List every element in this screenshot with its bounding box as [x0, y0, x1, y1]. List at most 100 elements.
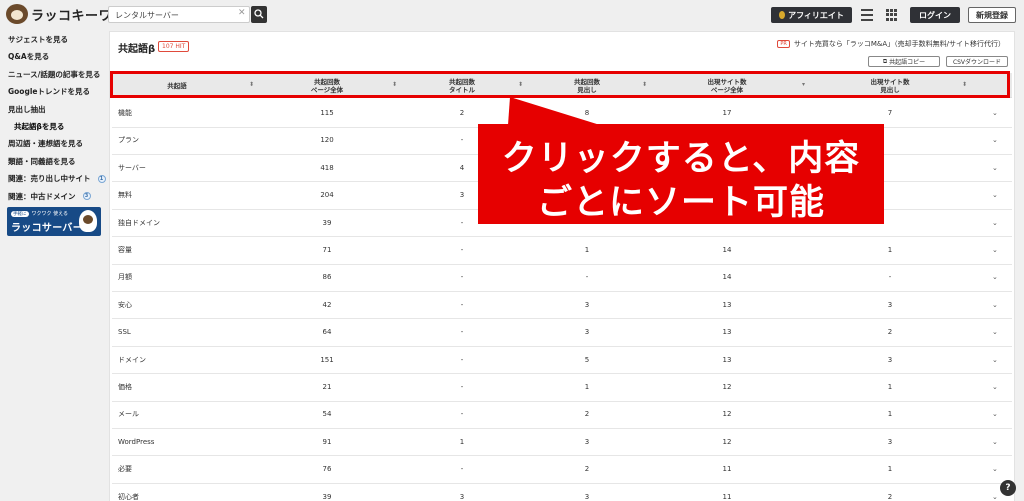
table-cell: 1 [887, 465, 893, 474]
help-button[interactable]: ? [1000, 480, 1016, 496]
expand-chevron-icon[interactable]: ⌄ [992, 237, 998, 264]
table-cell: 115 [320, 109, 334, 117]
affiliate-button[interactable]: アフィリエイト [771, 7, 852, 23]
cooccurrence-word: ドメイン [118, 355, 146, 364]
table-cell: - [460, 273, 464, 282]
pr-tag: PR [777, 40, 790, 48]
table-cell: 2 [584, 465, 590, 474]
expand-chevron-icon[interactable]: ⌄ [992, 374, 998, 401]
table-cell: 204 [320, 191, 334, 200]
expand-chevron-icon[interactable]: ⌄ [992, 347, 998, 374]
table-cell: - [460, 410, 464, 419]
sidebar: サジェストを見る Q&Aを見る ニュース/話題の記事を見る Googleトレンド… [0, 31, 108, 205]
apps-grid-icon[interactable] [886, 9, 898, 21]
medal-icon [779, 11, 786, 19]
cooccurrence-word: 価格 [118, 383, 132, 391]
expand-chevron-icon[interactable]: ⌄ [992, 100, 998, 127]
table-cell: 42 [322, 300, 332, 309]
expand-chevron-icon[interactable]: ⌄ [992, 484, 998, 501]
expand-chevron-icon[interactable]: ⌄ [992, 155, 998, 182]
expand-chevron-icon[interactable]: ⌄ [992, 401, 998, 428]
expand-chevron-icon[interactable]: ⌄ [992, 127, 998, 154]
cooccurrence-word: 初心者 [118, 492, 139, 501]
sidebar-item-headings[interactable]: 見出し抽出 [0, 101, 108, 118]
expand-chevron-icon[interactable]: ⌄ [992, 182, 998, 209]
table-cell: 39 [322, 218, 332, 227]
expand-chevron-icon[interactable]: ⌄ [992, 210, 998, 237]
table-cell: - [585, 273, 589, 282]
sidebar-item-sites-for-sale[interactable]: 関連：売り出し中サイト 1 [0, 170, 108, 187]
table-row[interactable]: 価格 21 - 1 12 1 ⌄ [112, 374, 1012, 402]
register-button[interactable]: 新規登録 [968, 7, 1016, 23]
table-row[interactable]: 必要 76-2 11 1 ⌄ [112, 456, 1012, 484]
affiliate-label: アフィリエイト [788, 10, 844, 20]
table-cell: 5 [584, 355, 590, 364]
table-cell: 2 [459, 109, 465, 117]
expand-chevron-icon[interactable]: ⌄ [992, 456, 998, 483]
table-cell: 11 [722, 492, 732, 501]
search-input[interactable]: レンタルサーバー [108, 6, 250, 23]
table-cell: - [460, 246, 464, 254]
table-cell: 3 [887, 300, 893, 309]
table-cell: 3 [887, 437, 893, 446]
table-cell: 3 [584, 492, 590, 501]
copy-icon: ⧉ [882, 57, 888, 65]
table-cell: 3 [584, 437, 590, 446]
page-title: 共起語β [118, 44, 156, 55]
sidebar-item-news[interactable]: ニュース/話題の記事を見る [0, 66, 108, 83]
sidebar-item-qa[interactable]: Q&Aを見る [0, 48, 108, 65]
sidebar-item-suggest[interactable]: サジェストを見る [0, 31, 108, 48]
table-cell: 39 [322, 492, 332, 501]
sidebar-item-trends[interactable]: Googleトレンドを見る [0, 83, 108, 100]
table-cell: 13 [722, 328, 732, 337]
csv-download-button[interactable]: CSVダウンロード [946, 56, 1008, 67]
table-cell: 12 [722, 383, 732, 391]
search-icon [254, 9, 264, 19]
copy-words-button[interactable]: ⧉ 共起語コピー [868, 56, 940, 67]
hit-count-badge: 107 HIT [158, 41, 190, 52]
menu-icon[interactable] [861, 9, 873, 21]
table-cell: 86 [322, 273, 332, 282]
table-row[interactable]: SSL 64 - 3 13 2 ⌄ [112, 319, 1012, 347]
clear-icon[interactable]: ✕ [238, 8, 246, 18]
otter-logo-icon [6, 4, 28, 24]
pr-link[interactable]: PR サイト売買なら「ラッコM&A」（売却手数料無料/サイト移行代行） [777, 39, 1005, 49]
table-row[interactable]: メール 54 - 2 12 1 ⌄ [112, 401, 1012, 429]
table-cell: 1 [887, 246, 893, 254]
table-row[interactable]: 月額 86 - - 14 - ⌄ [112, 264, 1012, 292]
sidebar-item-cooccurrence[interactable]: 共起語βを見る [0, 118, 108, 135]
table-cell: 1 [584, 246, 590, 254]
table-cell: 12 [722, 437, 732, 446]
expand-chevron-icon[interactable]: ⌄ [992, 264, 998, 291]
table-cell: 13 [722, 355, 732, 364]
table-cell: 11 [722, 465, 732, 474]
cooccurrence-word: サーバー [118, 163, 146, 172]
expand-chevron-icon[interactable]: ⌄ [992, 429, 998, 456]
banner-pill: 手軽に [11, 210, 29, 217]
table-row[interactable]: WordPress 91 1 3 12 3 ⌄ [112, 429, 1012, 457]
table-cell: 14 [722, 246, 732, 254]
table-cell: 2 [887, 492, 893, 501]
table-row[interactable]: ドメイン 151 - 5 13 3 ⌄ [112, 347, 1012, 375]
table-cell: 3 [459, 492, 465, 501]
sidebar-item-related-words[interactable]: 周辺語・連想語を見る [0, 135, 108, 152]
top-bar: ラッコキーワード レンタルサーバー ✕ アフィリエイト ログイン 新規登録 [0, 0, 1024, 30]
table-row[interactable]: 初心者 39 3 3 11 2 ⌄ [112, 484, 1012, 501]
search-button[interactable] [251, 6, 267, 23]
table-cell: - [460, 465, 464, 474]
table-cell: 1 [459, 437, 465, 446]
expand-chevron-icon[interactable]: ⌄ [992, 292, 998, 319]
cooccurrence-word: 必要 [118, 465, 132, 474]
sidebar-item-used-domains[interactable]: 関連：中古ドメイン 3 [0, 188, 108, 205]
annotation-callout: クリックすると、内容 ごとにソート可能 [478, 124, 884, 224]
sidebar-item-synonyms[interactable]: 類語・同義語を見る [0, 153, 108, 170]
table-row[interactable]: 安心 42 - 3 13 3 ⌄ [112, 292, 1012, 320]
login-button[interactable]: ログイン [910, 7, 960, 23]
table-cell: 21 [322, 383, 332, 391]
expand-chevron-icon[interactable]: ⌄ [992, 319, 998, 346]
count-badge: 1 [97, 174, 106, 183]
table-cell: - [460, 300, 464, 309]
rakko-server-banner[interactable]: 手軽に ワクワク 使える ラッコサーバー [7, 207, 101, 236]
table-row[interactable]: 容量 71 - 1 14 1 ⌄ [112, 237, 1012, 265]
table-cell: 76 [322, 465, 332, 474]
